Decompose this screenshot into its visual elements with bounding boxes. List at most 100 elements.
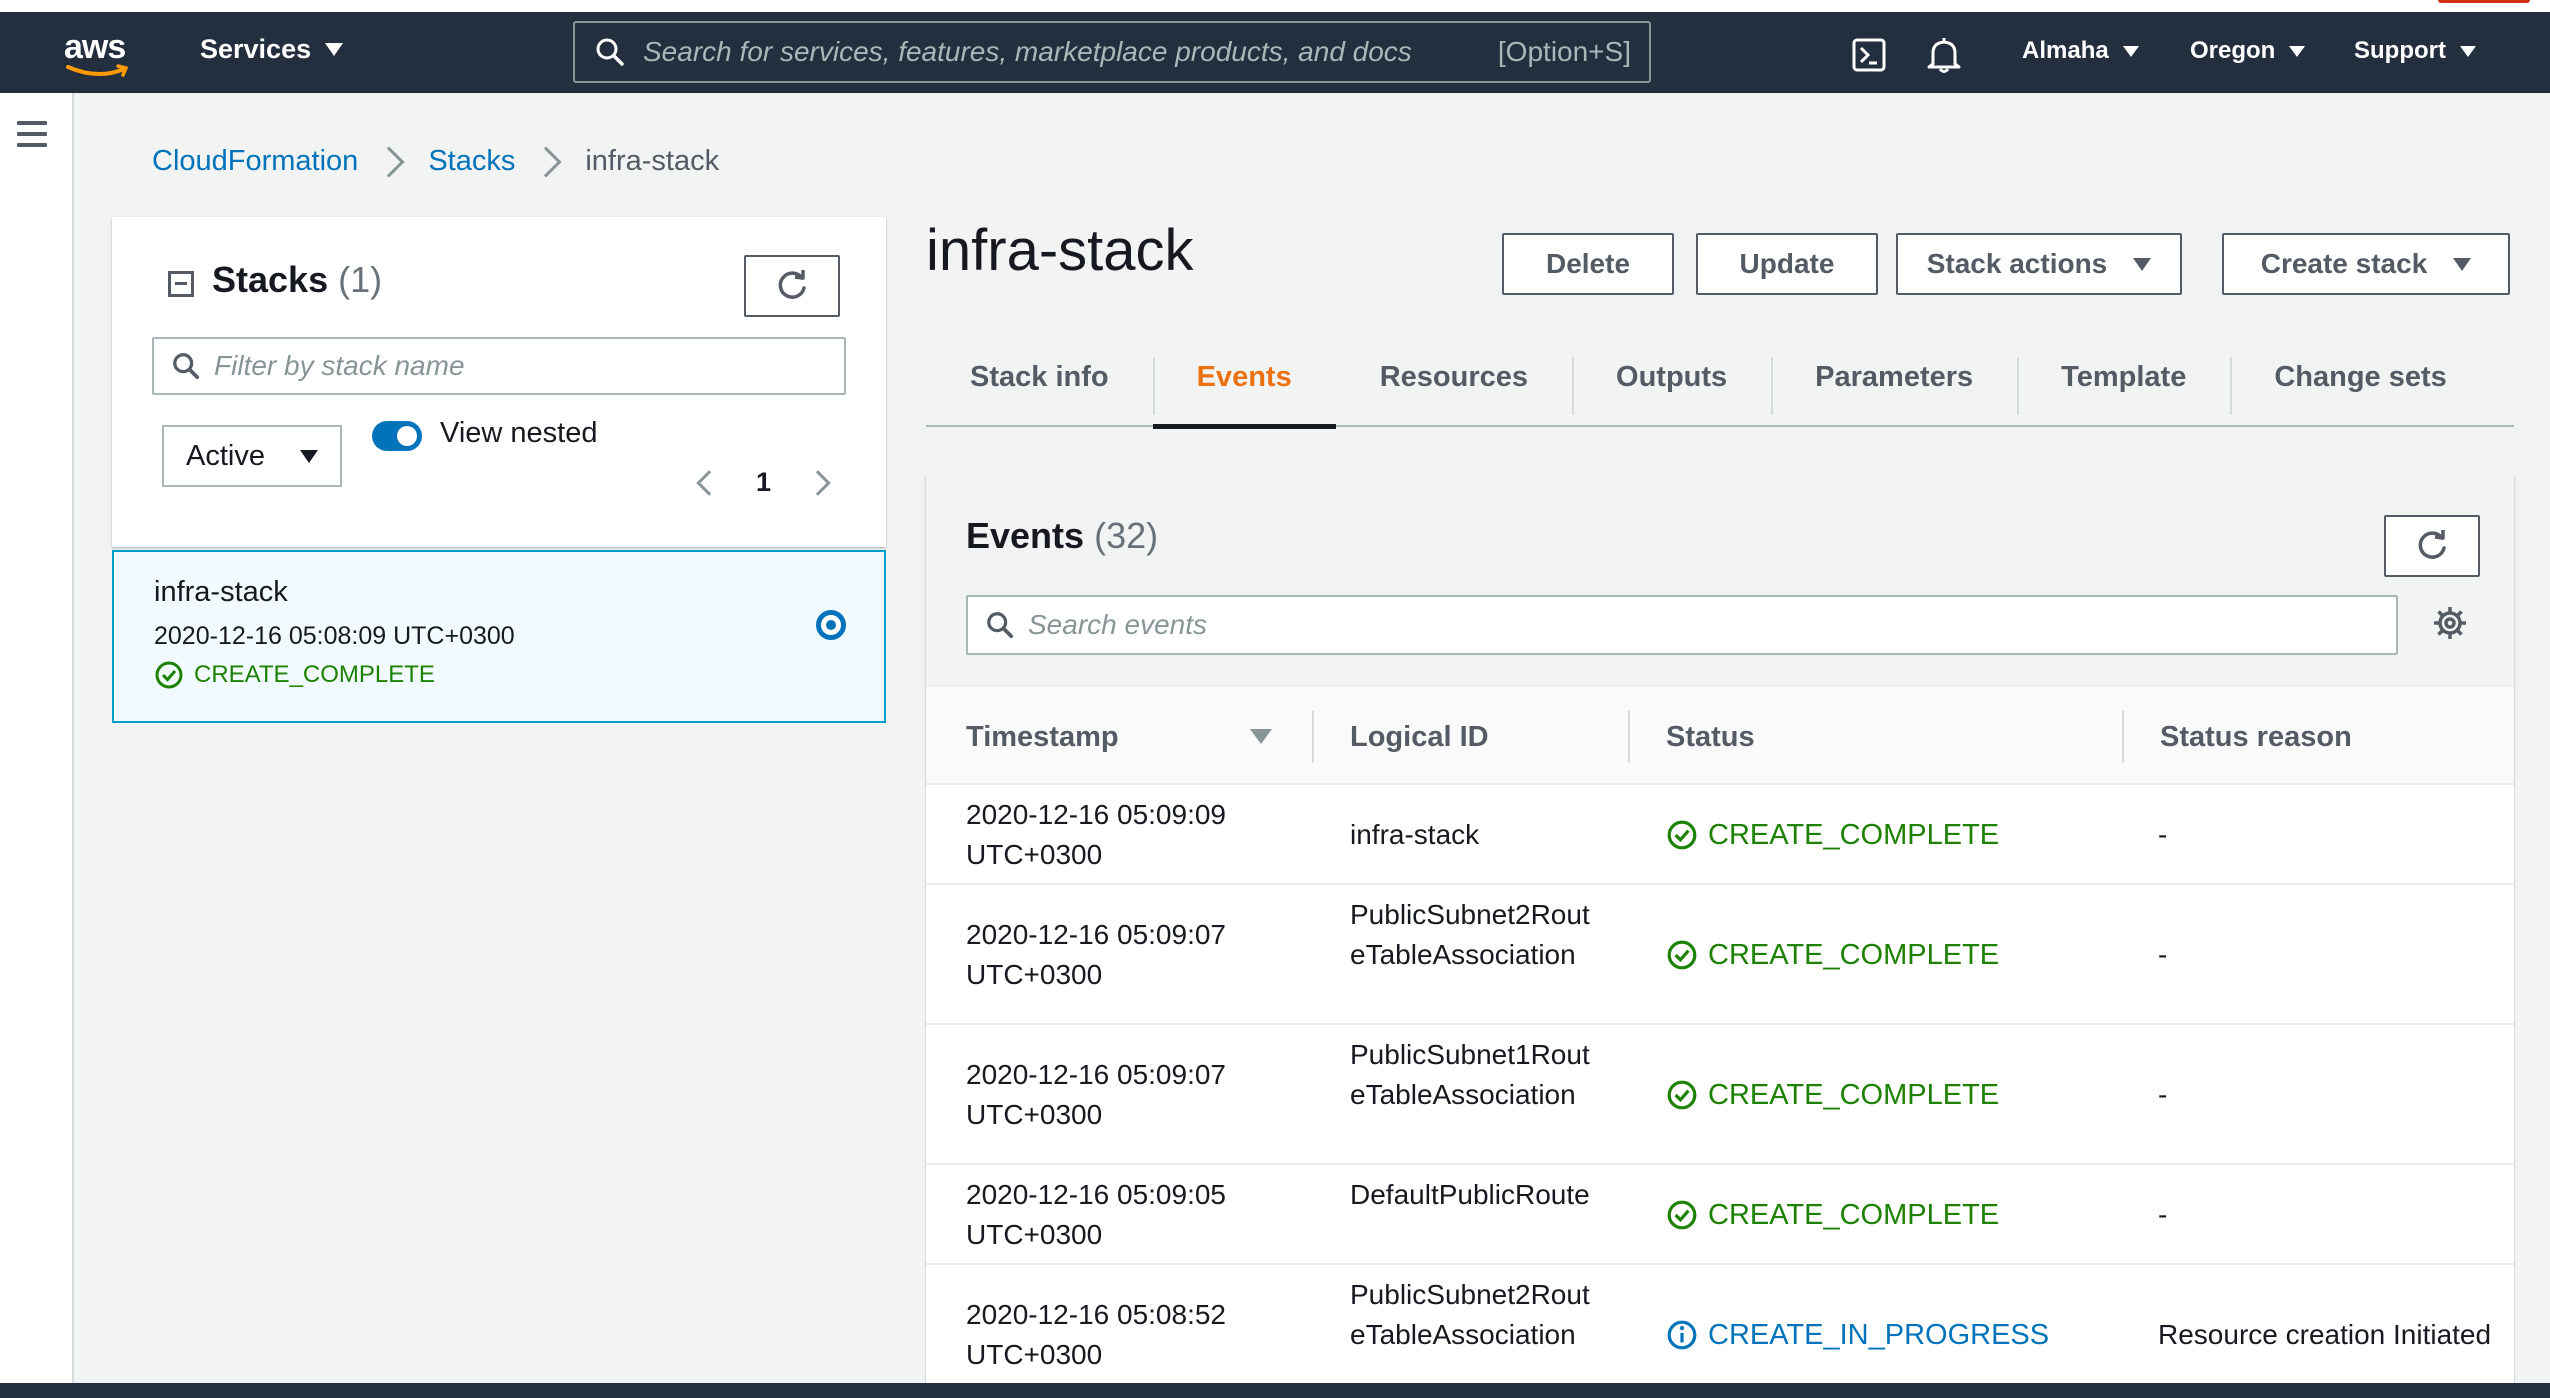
events-search-placeholder: Search events: [1028, 609, 1207, 640]
event-status-reason: -: [2158, 1199, 2168, 1230]
event-status-text: CREATE_COMPLETE: [1708, 1079, 2000, 1111]
check-circle-icon: [1667, 940, 1697, 970]
current-page[interactable]: 1: [756, 467, 771, 498]
breadcrumb-cloudformation[interactable]: CloudFormation: [152, 145, 358, 178]
events-title: Events (32): [966, 515, 1158, 557]
red-indicator: [2438, 0, 2530, 3]
view-nested-toggle[interactable]: [372, 421, 422, 451]
account-label: Almaha: [2022, 37, 2109, 64]
update-button[interactable]: Update: [1696, 233, 1878, 295]
event-status-reason: -: [2158, 1079, 2168, 1110]
region-label: Oregon: [2190, 37, 2276, 64]
stacks-count: (1): [338, 259, 383, 300]
events-panel: Events (32) Search events Timestamp Logi…: [926, 475, 2514, 1385]
search-placeholder: Search for services, features, marketpla…: [643, 36, 1412, 67]
support-label: Support: [2354, 37, 2446, 64]
bottom-bar: [0, 1383, 2550, 1398]
col-status-reason[interactable]: Status reason: [2160, 687, 2352, 787]
event-status: CREATE_COMPLETE: [1666, 815, 1999, 855]
global-search-input[interactable]: Search for services, features, marketpla…: [573, 21, 1651, 83]
bell-icon[interactable]: [1926, 36, 1962, 74]
menu-icon[interactable]: [17, 121, 47, 154]
sort-descending-icon[interactable]: [1250, 729, 1272, 744]
tab-resources[interactable]: Resources: [1336, 327, 1572, 427]
collapse-icon[interactable]: [168, 271, 194, 297]
event-status-text: CREATE_COMPLETE: [1708, 1199, 2000, 1231]
stack-filter-input[interactable]: Filter by stack name: [152, 337, 846, 395]
cloudshell-icon[interactable]: [1852, 38, 1886, 72]
events-search-input[interactable]: Search events: [966, 595, 2398, 655]
page-title: infra-stack: [926, 218, 1194, 283]
tab-outputs[interactable]: Outputs: [1572, 327, 1771, 427]
event-status: CREATE_COMPLETE: [1666, 1195, 1999, 1235]
info-circle-icon: [1667, 1320, 1697, 1350]
table-row: 2020-12-16 05:09:07 UTC+0300 PublicSubne…: [926, 1025, 2514, 1165]
stacks-panel: Stacks (1) Filter by stack name Active V…: [112, 217, 886, 1387]
stacks-pagination: 1: [696, 467, 831, 498]
stack-actions-label: Stack actions: [1926, 248, 2108, 279]
chevron-right-icon: [373, 145, 405, 178]
previous-page-icon[interactable]: [696, 469, 722, 496]
table-row: 2020-12-16 05:09:09 UTC+0300 infra-stack…: [926, 785, 2514, 885]
status-filter-select[interactable]: Active: [162, 425, 342, 487]
stack-item-name[interactable]: infra-stack: [154, 576, 288, 609]
event-logical-id: PublicSubnet1RouteTableAssociation: [1350, 1039, 1590, 1110]
event-status: CREATE_IN_PROGRESS: [1666, 1315, 2049, 1355]
col-logical-id[interactable]: Logical ID: [1350, 687, 1489, 787]
stack-actions-button[interactable]: Stack actions: [1896, 233, 2182, 295]
breadcrumb: CloudFormation Stacks infra-stack: [152, 145, 719, 178]
stacks-title-text: Stacks: [212, 259, 329, 300]
aws-logo[interactable]: aws: [64, 28, 136, 78]
events-table-header: Timestamp Logical ID Status Status reaso…: [926, 685, 2514, 785]
region-menu[interactable]: Oregon: [2190, 37, 2306, 65]
event-logical-id: PublicSubnet2RouteTableAssociation: [1350, 1279, 1590, 1350]
create-stack-button[interactable]: Create stack: [2222, 233, 2510, 295]
events-title-text: Events: [966, 515, 1085, 556]
table-row: 2020-12-16 05:09:05 UTC+0300 DefaultPubl…: [926, 1165, 2514, 1265]
stack-detail-tabs: Stack info Events Resources Outputs Para…: [926, 327, 2514, 429]
table-row: 2020-12-16 05:08:52 UTC+0300 PublicSubne…: [926, 1265, 2514, 1385]
top-navbar: aws Services Search for services, featur…: [0, 12, 2550, 93]
refresh-events-button[interactable]: [2384, 515, 2480, 577]
gear-icon[interactable]: [2432, 605, 2468, 641]
event-status: CREATE_COMPLETE: [1666, 1075, 1999, 1115]
events-count: (32): [1094, 515, 1159, 556]
event-status: CREATE_COMPLETE: [1666, 935, 1999, 975]
tab-stack-info[interactable]: Stack info: [926, 327, 1153, 427]
event-status-reason: -: [2158, 939, 2168, 970]
events-header: Events (32) Search events: [926, 475, 2514, 685]
check-circle-icon: [1667, 1200, 1697, 1230]
col-timestamp[interactable]: Timestamp: [966, 687, 1119, 787]
caret-down-icon: [325, 43, 344, 56]
delete-label: Delete: [1545, 248, 1631, 279]
update-label: Update: [1739, 248, 1835, 279]
next-page-icon[interactable]: [805, 469, 831, 496]
tab-events[interactable]: Events: [1152, 327, 1336, 429]
caret-down-icon: [2289, 45, 2306, 57]
check-circle-icon: [155, 661, 183, 689]
stack-list-item[interactable]: infra-stack 2020-12-16 05:08:09 UTC+0300…: [112, 550, 886, 723]
tab-template[interactable]: Template: [2017, 327, 2230, 427]
caret-down-icon: [2459, 45, 2476, 57]
event-status-reason: Resource creation Initiated: [2158, 1319, 2492, 1350]
stack-select-radio[interactable]: [816, 610, 846, 640]
event-timestamp: 2020-12-16 05:09:07 UTC+0300: [966, 1059, 1226, 1130]
delete-button[interactable]: Delete: [1502, 233, 1674, 295]
refresh-stacks-button[interactable]: [744, 255, 840, 317]
tab-change-sets[interactable]: Change sets: [2230, 327, 2490, 427]
search-icon: [173, 353, 200, 380]
tab-parameters[interactable]: Parameters: [1771, 327, 2017, 427]
aws-logo-text: aws: [64, 28, 126, 66]
event-timestamp: 2020-12-16 05:09:07 UTC+0300: [966, 919, 1226, 990]
filter-placeholder: Filter by stack name: [214, 350, 465, 381]
account-menu[interactable]: Almaha: [2022, 37, 2139, 65]
support-menu[interactable]: Support: [2354, 37, 2476, 65]
services-menu[interactable]: Services: [200, 34, 344, 65]
col-status[interactable]: Status: [1666, 687, 1755, 787]
event-status-text: CREATE_COMPLETE: [1708, 819, 2000, 851]
stacks-panel-header: Stacks (1) Filter by stack name Active V…: [112, 217, 886, 547]
search-icon: [596, 38, 624, 66]
main-content: CloudFormation Stacks infra-stack Stacks…: [74, 93, 2550, 1387]
caret-down-icon: [2122, 45, 2139, 57]
breadcrumb-stacks[interactable]: Stacks: [428, 145, 515, 178]
